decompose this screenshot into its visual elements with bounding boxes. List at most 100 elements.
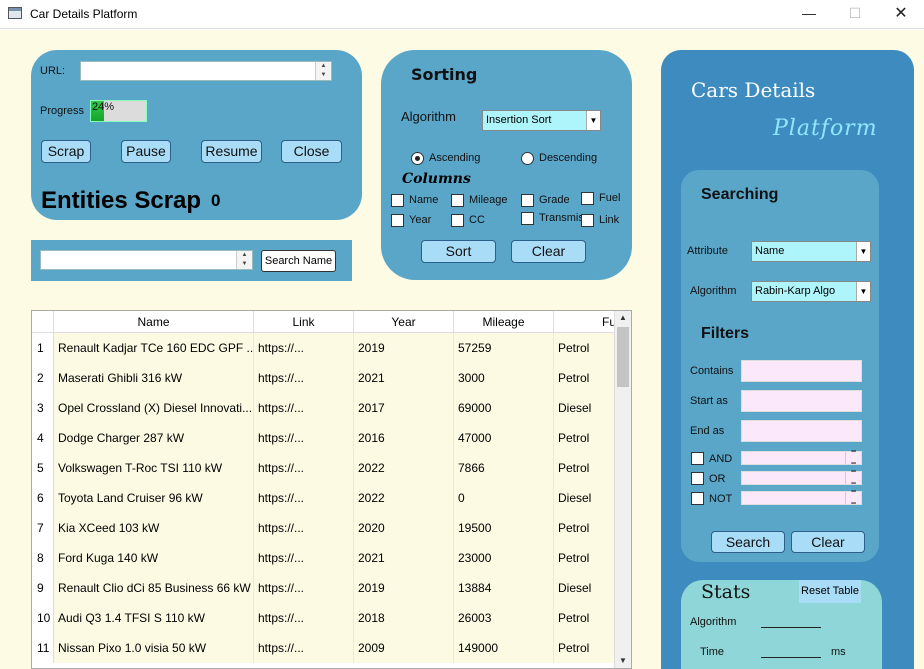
end-as-input[interactable] <box>741 420 862 442</box>
cell-fuel[interactable]: Petrol <box>554 603 616 633</box>
maximize-button[interactable]: ☐ <box>832 0 878 29</box>
scroll-down-icon[interactable]: ▼ <box>615 654 631 668</box>
and-input[interactable]: ▔ ▁ <box>741 451 862 465</box>
cell-mileage[interactable]: 3000 <box>454 363 554 393</box>
sort-algorithm-select[interactable]: Insertion Sort ▼ <box>482 110 601 131</box>
cell-link[interactable]: https://... <box>254 543 354 573</box>
cell-mileage[interactable]: 57259 <box>454 333 554 363</box>
minimize-button[interactable]: — <box>786 0 832 29</box>
cell-year[interactable]: 2022 <box>354 453 454 483</box>
cell-fuel[interactable]: Petrol <box>554 423 616 453</box>
cell-link[interactable]: https://... <box>254 513 354 543</box>
cell-link[interactable]: https://... <box>254 333 354 363</box>
cell-link[interactable]: https://... <box>254 483 354 513</box>
cell-fuel[interactable]: Petrol <box>554 363 616 393</box>
filter-clear-button[interactable]: Clear <box>791 531 865 553</box>
cell-mileage[interactable]: 23000 <box>454 543 554 573</box>
table-row[interactable]: 5 Volkswagen T-Roc TSI 110 kW https://... 2… <box>32 453 616 483</box>
cell-mileage[interactable]: 69000 <box>454 393 554 423</box>
cell-link[interactable]: https://... <box>254 573 354 603</box>
cell-fuel[interactable]: Diesel <box>554 393 616 423</box>
table-row[interactable]: 7 Kia XCeed 103 kW https://... 2020 19500 Pet… <box>32 513 616 543</box>
cell-year[interactable]: 2016 <box>354 423 454 453</box>
cell-year[interactable]: 2020 <box>354 513 454 543</box>
ascending-radio[interactable] <box>411 152 424 165</box>
cell-name[interactable]: Dodge Charger 287 kW <box>54 423 254 453</box>
cell-mileage[interactable]: 26003 <box>454 603 554 633</box>
search-name-button[interactable]: Search Name <box>261 250 336 272</box>
cell-year[interactable]: 2019 <box>354 573 454 603</box>
cell-mileage[interactable]: 19500 <box>454 513 554 543</box>
or-checkbox[interactable] <box>691 472 704 485</box>
table-row[interactable]: 1 Renault Kadjar TCe 160 EDC GPF ... https… <box>32 333 616 363</box>
scrap-button[interactable]: Scrap <box>41 140 91 163</box>
contains-input[interactable] <box>741 360 862 382</box>
header-mileage[interactable]: Mileage <box>454 311 554 333</box>
column-transmission-checkbox[interactable] <box>521 212 534 225</box>
sort-button[interactable]: Sort <box>421 240 496 263</box>
url-input[interactable]: ▲ ▼ <box>80 61 332 81</box>
cell-link[interactable]: https://... <box>254 423 354 453</box>
cell-link[interactable]: https://... <box>254 363 354 393</box>
or-input[interactable]: ▔ ▁ <box>741 471 862 485</box>
cell-year[interactable]: 2018 <box>354 603 454 633</box>
cell-name[interactable]: Audi Q3 1.4 TFSI S 110 kW <box>54 603 254 633</box>
cell-year[interactable]: 2021 <box>354 543 454 573</box>
cell-name[interactable]: Renault Kadjar TCe 160 EDC GPF ... <box>54 333 254 363</box>
column-mileage-checkbox[interactable] <box>451 194 464 207</box>
or-spin-buttons[interactable]: ▔ ▁ <box>845 472 861 484</box>
cell-year[interactable]: 2019 <box>354 333 454 363</box>
cell-mileage[interactable]: 7866 <box>454 453 554 483</box>
cell-name[interactable]: Kia XCeed 103 kW <box>54 513 254 543</box>
not-input[interactable]: ▔ ▁ <box>741 491 862 505</box>
table-row[interactable]: 6 Toyota Land Cruiser 96 kW https://... 202… <box>32 483 616 513</box>
cell-name[interactable]: Renault Clio dCi 85 Business 66 kW <box>54 573 254 603</box>
cell-name[interactable]: Volkswagen T-Roc TSI 110 kW <box>54 453 254 483</box>
close-window-button[interactable]: ✕ <box>878 0 924 29</box>
cars-table[interactable]: Name Link Year Mileage Fuel 1Renault Kad… <box>31 310 632 669</box>
search-algorithm-select[interactable]: Rabin-Karp Algo ▼ <box>751 281 871 302</box>
table-row[interactable]: 10 Audi Q3 1.4 TFSI S 110 kW https://... 20… <box>32 603 616 633</box>
reset-table-button[interactable]: Reset Table <box>799 580 861 603</box>
scrollbar-thumb[interactable] <box>617 327 629 387</box>
not-spin-buttons[interactable]: ▔ ▁ <box>845 492 861 504</box>
search-button[interactable]: Search <box>711 531 785 553</box>
and-spin-buttons[interactable]: ▔ ▁ <box>845 452 861 464</box>
table-row[interactable]: 4 Dodge Charger 287 kW https://... 2016 4700… <box>32 423 616 453</box>
cell-mileage[interactable]: 13884 <box>454 573 554 603</box>
resume-button[interactable]: Resume <box>201 140 262 163</box>
cell-fuel[interactable]: Petrol <box>554 453 616 483</box>
cell-year[interactable]: 2009 <box>354 633 454 663</box>
header-link[interactable]: Link <box>254 311 354 333</box>
column-fuel-checkbox[interactable] <box>581 192 594 205</box>
cell-year[interactable]: 2022 <box>354 483 454 513</box>
search-name-input[interactable]: ▲ ▼ <box>40 250 253 270</box>
table-row[interactable]: 8 Ford Kuga 140 kW https://... 2021 23000 Pet… <box>32 543 616 573</box>
table-row[interactable]: 2 Maserati Ghibli 316 kW https://... 2021 30… <box>32 363 616 393</box>
cell-name[interactable]: Nissan Pixo 1.0 visia 50 kW <box>54 633 254 663</box>
cell-link[interactable]: https://... <box>254 603 354 633</box>
column-link-checkbox[interactable] <box>581 214 594 227</box>
cell-mileage[interactable]: 149000 <box>454 633 554 663</box>
column-year-checkbox[interactable] <box>391 214 404 227</box>
cell-year[interactable]: 2021 <box>354 363 454 393</box>
column-cc-checkbox[interactable] <box>451 214 464 227</box>
header-year[interactable]: Year <box>354 311 454 333</box>
cell-link[interactable]: https://... <box>254 393 354 423</box>
cell-name[interactable]: Maserati Ghibli 316 kW <box>54 363 254 393</box>
and-checkbox[interactable] <box>691 452 704 465</box>
search-name-spin-buttons[interactable]: ▲ ▼ <box>236 251 252 269</box>
column-name-checkbox[interactable] <box>391 194 404 207</box>
cell-name[interactable]: Ford Kuga 140 kW <box>54 543 254 573</box>
cell-link[interactable]: https://... <box>254 633 354 663</box>
cell-fuel[interactable]: Petrol <box>554 633 616 663</box>
sort-clear-button[interactable]: Clear <box>511 240 586 263</box>
table-row[interactable]: 11 Nissan Pixo 1.0 visia 50 kW https://...… <box>32 633 616 663</box>
cell-fuel[interactable]: Diesel <box>554 573 616 603</box>
cell-name[interactable]: Opel Crossland (X) Diesel Innovati... <box>54 393 254 423</box>
cell-fuel[interactable]: Petrol <box>554 543 616 573</box>
table-vertical-scrollbar[interactable]: ▲ ▼ <box>614 311 631 668</box>
cell-year[interactable]: 2017 <box>354 393 454 423</box>
close-scrap-button[interactable]: Close <box>281 140 342 163</box>
scroll-up-icon[interactable]: ▲ <box>615 311 631 325</box>
